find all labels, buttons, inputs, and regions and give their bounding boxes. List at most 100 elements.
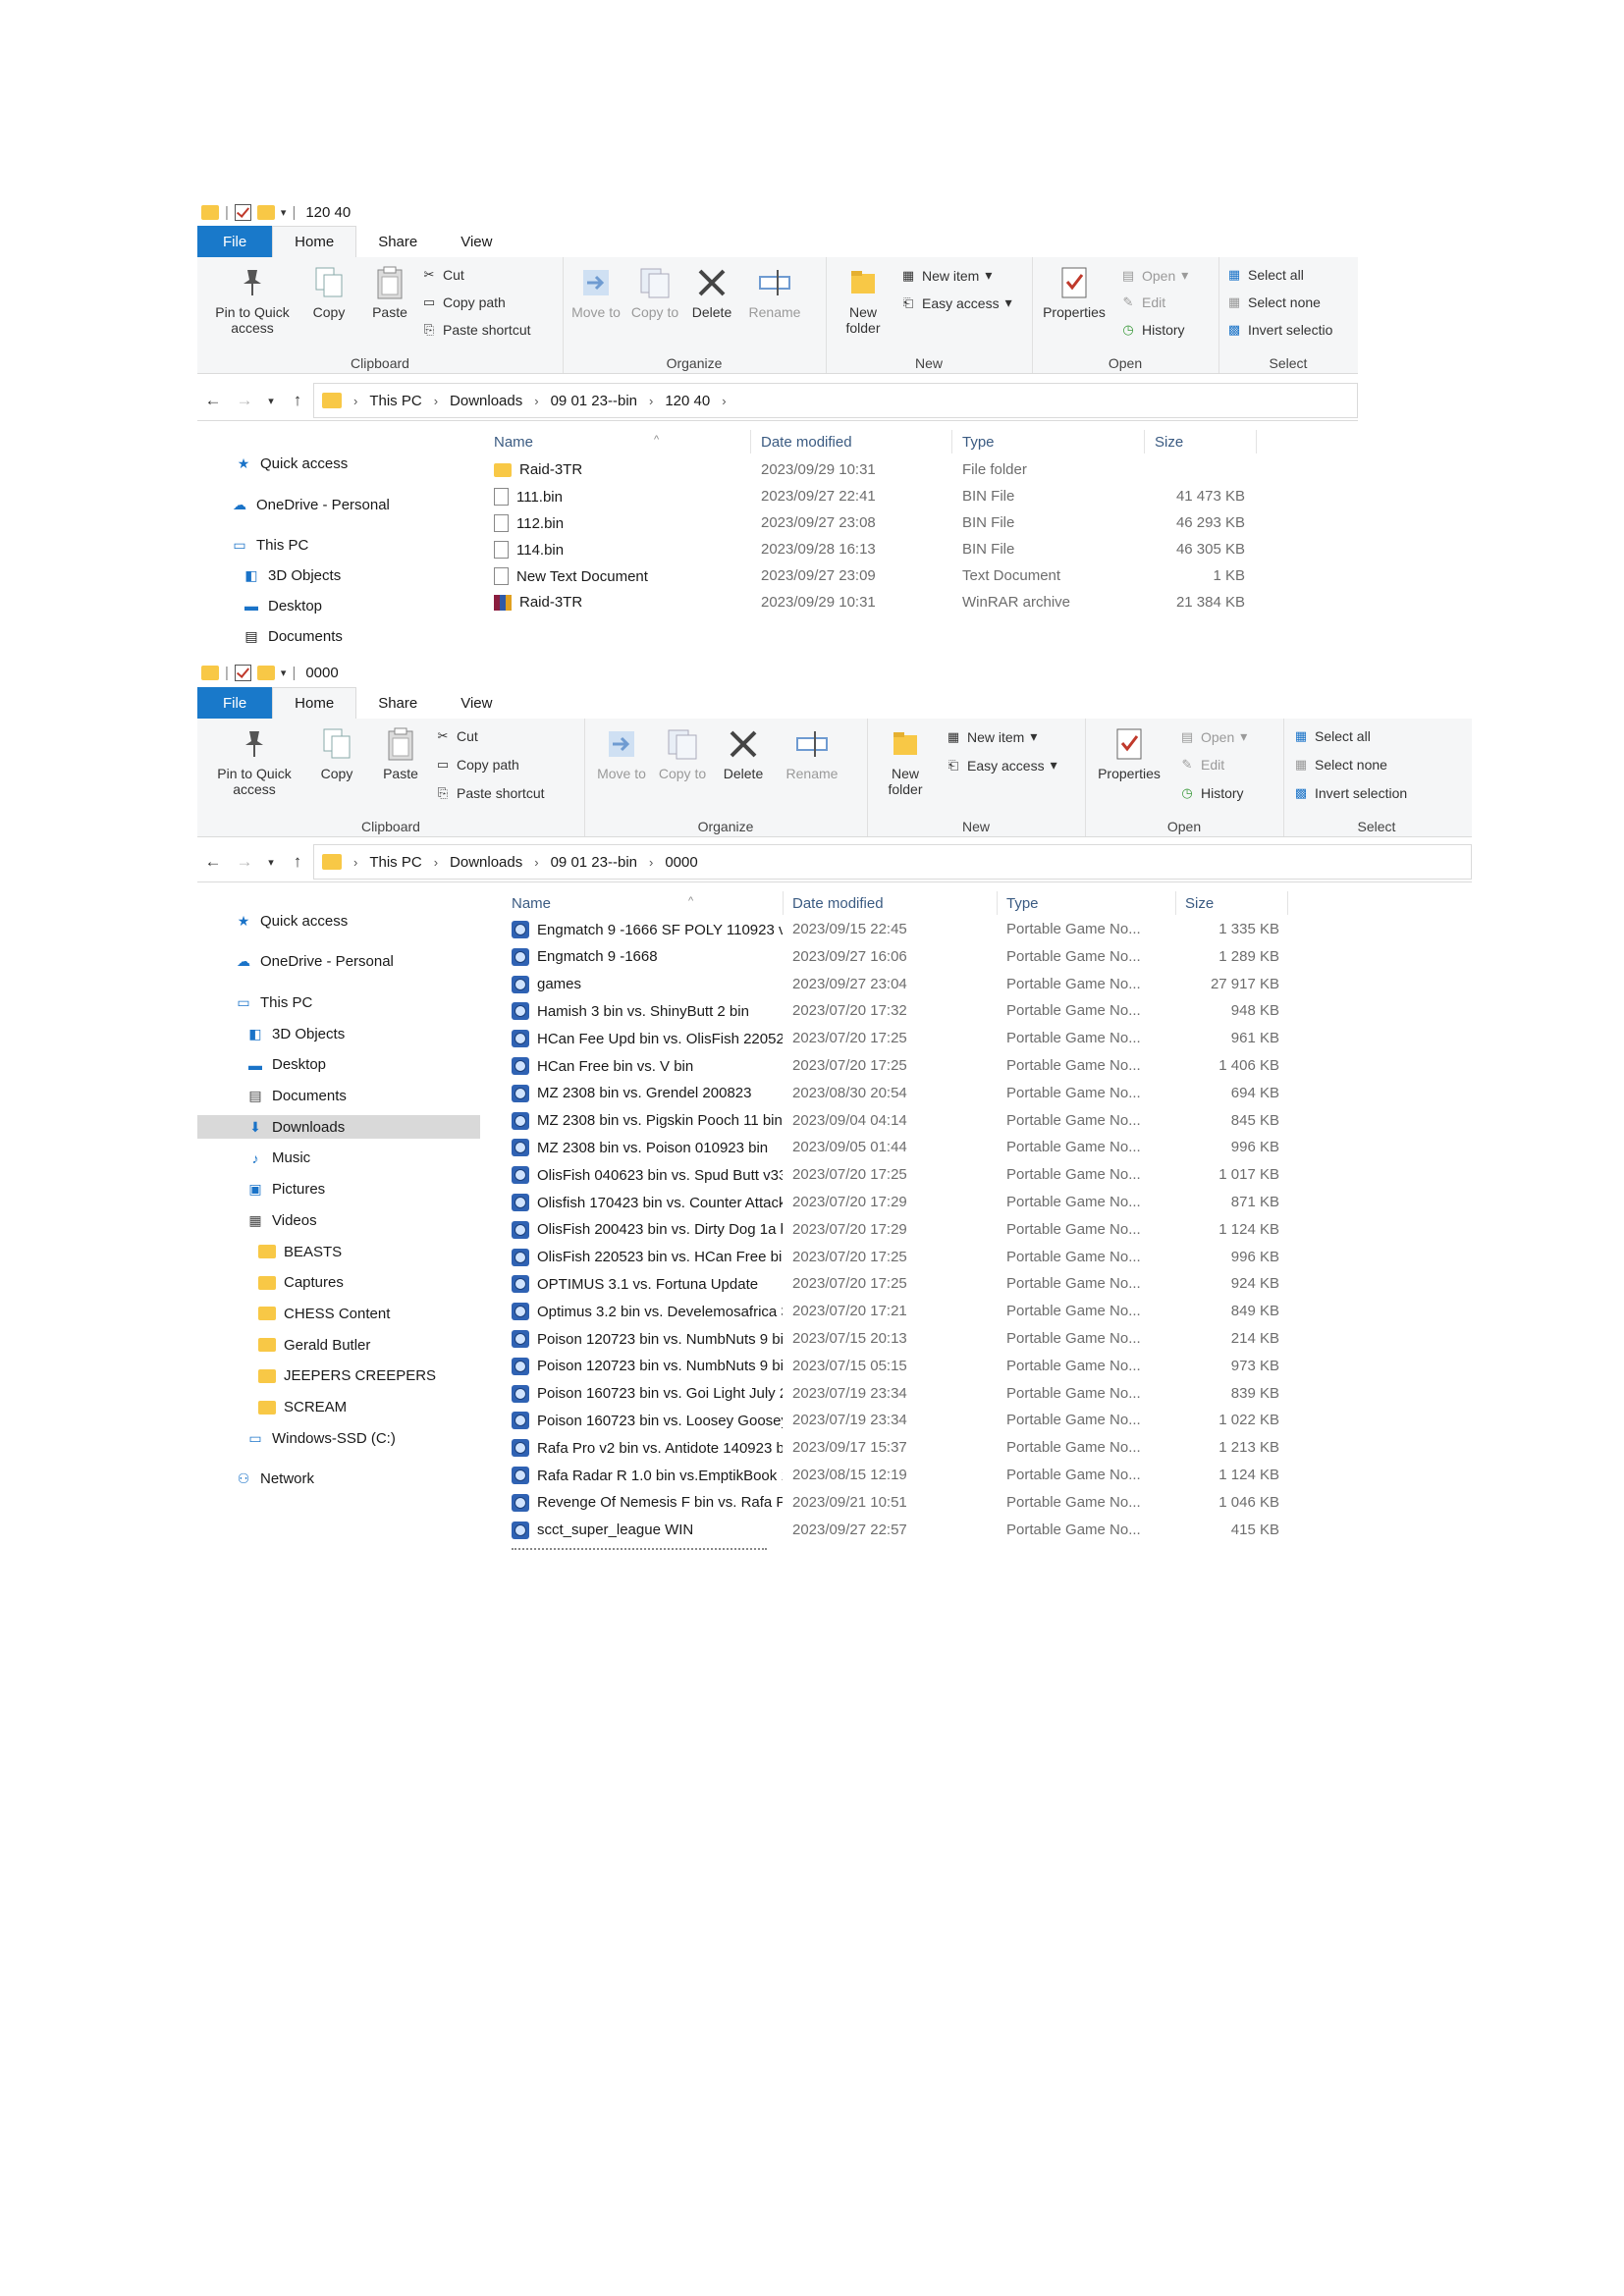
cut-button[interactable]: ✂ Cut <box>421 267 464 283</box>
select-all-button[interactable]: ▦ Select all <box>1226 267 1304 283</box>
file-row[interactable]: OlisFish 200423 bin vs. Dirty Dog 1a bin… <box>506 1217 1399 1244</box>
column-date-modified[interactable]: Date modified <box>761 434 852 451</box>
customize-toolbar-dropdown-icon[interactable]: ▾ <box>281 667 287 679</box>
nav-desktop[interactable]: ▬ Desktop <box>243 594 322 617</box>
column-size[interactable]: Size <box>1185 895 1214 912</box>
nav-desktop[interactable]: ▬ Desktop <box>197 1053 480 1077</box>
breadcrumb-folder-bin[interactable]: 09 01 23--bin <box>551 854 637 871</box>
tab-file[interactable]: File <box>197 226 273 257</box>
delete-button[interactable]: Delete <box>684 265 739 320</box>
rename-button[interactable]: Rename <box>743 265 806 320</box>
column-type[interactable]: Type <box>1006 895 1039 912</box>
column-date-modified[interactable]: Date modified <box>792 895 884 912</box>
file-row[interactable]: Engmatch 9 -1668 2023/09/27 16:06 Portable… <box>506 944 1399 971</box>
file-row[interactable]: scct_super_league WIN 2023/09/27 22:57 Por… <box>506 1518 1399 1544</box>
address-box[interactable]: › This PC › Downloads › 09 01 23--bin › … <box>313 844 1472 880</box>
properties-check-icon[interactable] <box>234 203 251 221</box>
file-row[interactable]: games 2023/09/27 23:04 Portable Game No...… <box>506 972 1399 998</box>
edit-button[interactable]: ✎ Edit <box>1120 294 1166 310</box>
nav-gerald-butler[interactable]: Gerald Butler <box>197 1333 480 1357</box>
paste-shortcut-button[interactable]: ⎘ Paste shortcut <box>421 322 531 338</box>
breadcrumb-downloads[interactable]: Downloads <box>450 854 522 871</box>
up-arrow-icon[interactable]: ↑ <box>282 852 313 872</box>
nav-chess-content[interactable]: CHESS Content <box>197 1302 480 1325</box>
history-button[interactable]: ◷ History <box>1179 785 1243 801</box>
file-row[interactable]: MZ 2308 bin vs. Pigskin Pooch 11 bin 2023… <box>506 1108 1399 1135</box>
tab-view[interactable]: View <box>439 687 514 719</box>
nav-downloads[interactable]: ⬇ Downloads <box>197 1115 480 1140</box>
file-row[interactable]: Poison 160723 bin vs. Loosey Goosey bin 2… <box>506 1408 1399 1434</box>
copy-to-button[interactable]: Copy to <box>653 726 712 781</box>
column-name[interactable]: Name <box>512 895 551 912</box>
properties-check-icon[interactable] <box>234 664 251 681</box>
file-row[interactable]: 111.bin 2023/09/27 22:41 BIN File 41 473 KB <box>484 484 1348 510</box>
select-all-button[interactable]: ▦ Select all <box>1293 728 1371 744</box>
breadcrumb-this-pc[interactable]: This PC <box>369 393 421 409</box>
file-row[interactable]: OlisFish 040623 bin vs. Spud Butt v33 bi… <box>506 1162 1399 1189</box>
easy-access-button[interactable]: ⎗ Easy access ▾ <box>946 757 1057 774</box>
history-button[interactable]: ◷ History <box>1120 322 1184 338</box>
file-row[interactable]: Poison 160723 bin vs. Goi Light July 202… <box>506 1381 1399 1408</box>
file-row[interactable]: Poison 120723 bin vs. NumbNuts 9 bin S..… <box>506 1326 1399 1353</box>
tab-home[interactable]: Home <box>272 687 357 719</box>
move-to-button[interactable]: Move to <box>568 265 623 320</box>
column-type[interactable]: Type <box>962 434 995 451</box>
nav-scream[interactable]: SCREAM <box>197 1396 480 1419</box>
tab-share[interactable]: Share <box>356 226 439 257</box>
pin-to-quick-access-button[interactable]: Pin to Quick access <box>203 265 301 336</box>
forward-arrow-icon[interactable]: → <box>229 852 260 872</box>
file-row[interactable]: OPTIMUS 3.1 vs. Fortuna Update 2023/07/20… <box>506 1271 1399 1298</box>
file-row[interactable]: OlisFish 220523 bin vs. HCan Free bin 202… <box>506 1245 1399 1271</box>
customize-toolbar-dropdown-icon[interactable]: ▾ <box>281 206 287 219</box>
address-box[interactable]: › This PC › Downloads › 09 01 23--bin › … <box>313 383 1358 418</box>
copy-path-button[interactable]: ▭ Copy path <box>435 757 519 773</box>
nav-jeepers-creepers[interactable]: JEEPERS CREEPERS <box>197 1364 480 1388</box>
nav-windows-ssd-c-[interactable]: ▭ Windows-SSD (C:) <box>197 1426 480 1450</box>
file-row[interactable]: New Text Document 2023/09/27 23:09 Text Do… <box>484 563 1348 590</box>
new-item-button[interactable]: ▦ New item ▾ <box>946 728 1038 745</box>
nav-documents[interactable]: ▤ Documents <box>197 1085 480 1108</box>
recent-locations-chevron-icon[interactable]: ▾ <box>260 395 282 407</box>
copy-button[interactable]: Copy <box>305 726 368 781</box>
paste-shortcut-button[interactable]: ⎘ Paste shortcut <box>435 785 545 801</box>
copy-to-button[interactable]: Copy to <box>627 265 682 320</box>
file-row[interactable]: 112.bin 2023/09/27 23:08 BIN File 46 293 KB <box>484 510 1348 537</box>
select-none-button[interactable]: ▦ Select none <box>1226 294 1321 310</box>
tab-view[interactable]: View <box>439 226 514 257</box>
file-row[interactable]: 114.bin 2023/09/28 16:13 BIN File 46 305 KB <box>484 537 1348 563</box>
new-folder-button[interactable]: New folder <box>873 726 938 797</box>
up-arrow-icon[interactable]: ↑ <box>282 391 313 410</box>
rename-button[interactable]: Rename <box>779 726 845 781</box>
nav-quick-access[interactable]: ★ Quick access <box>197 909 480 933</box>
new-item-button[interactable]: ▦ New item ▾ <box>900 267 993 284</box>
column-name[interactable]: Name <box>494 434 533 451</box>
cut-button[interactable]: ✂ Cut <box>435 728 478 744</box>
file-row[interactable]: Poison 120723 bin vs. NumbNuts 9 bin 2023… <box>506 1354 1399 1380</box>
tab-file[interactable]: File <box>197 687 273 719</box>
breadcrumb-current[interactable]: 120 40 <box>665 393 710 409</box>
nav-onedrive[interactable]: ☁ OneDrive - Personal <box>231 493 390 516</box>
file-row[interactable]: HCan Free bin vs. V bin 2023/07/20 17:25 P… <box>506 1053 1399 1080</box>
breadcrumb-current[interactable]: 0000 <box>665 854 697 871</box>
select-none-button[interactable]: ▦ Select none <box>1293 757 1387 773</box>
folder-icon[interactable] <box>201 204 219 220</box>
forward-arrow-icon[interactable]: → <box>229 391 260 410</box>
file-row[interactable]: Rafa Radar R 1.0 bin vs.EmptikBook 1308.… <box>506 1463 1399 1489</box>
file-row[interactable]: Engmatch 9 -1666 SF POLY 110923 vs Sto..… <box>506 917 1399 943</box>
recent-locations-chevron-icon[interactable]: ▾ <box>260 856 282 869</box>
nav-videos[interactable]: ▦ Videos <box>197 1208 480 1232</box>
nav-documents[interactable]: ▤ Documents <box>243 624 343 648</box>
move-to-button[interactable]: Move to <box>592 726 651 781</box>
pin-to-quick-access-button[interactable]: Pin to Quick access <box>203 726 305 797</box>
file-row[interactable]: Olisfish 170423 bin vs. Counter Attack b… <box>506 1190 1399 1216</box>
tab-home[interactable]: Home <box>272 226 357 257</box>
breadcrumb-folder-bin[interactable]: 09 01 23--bin <box>551 393 637 409</box>
new-folder-icon[interactable] <box>256 204 275 220</box>
new-folder-button[interactable]: New folder <box>832 265 894 336</box>
nav-onedrive-personal[interactable]: ☁ OneDrive - Personal <box>197 950 480 974</box>
file-row[interactable]: Rafa Pro v2 bin vs. Antidote 140923 bin 2… <box>506 1435 1399 1462</box>
paste-button[interactable]: Paste <box>368 726 433 781</box>
invert-selection-button[interactable]: ▩ Invert selection <box>1293 785 1407 801</box>
breadcrumb-downloads[interactable]: Downloads <box>450 393 522 409</box>
delete-button[interactable]: Delete <box>714 726 773 781</box>
